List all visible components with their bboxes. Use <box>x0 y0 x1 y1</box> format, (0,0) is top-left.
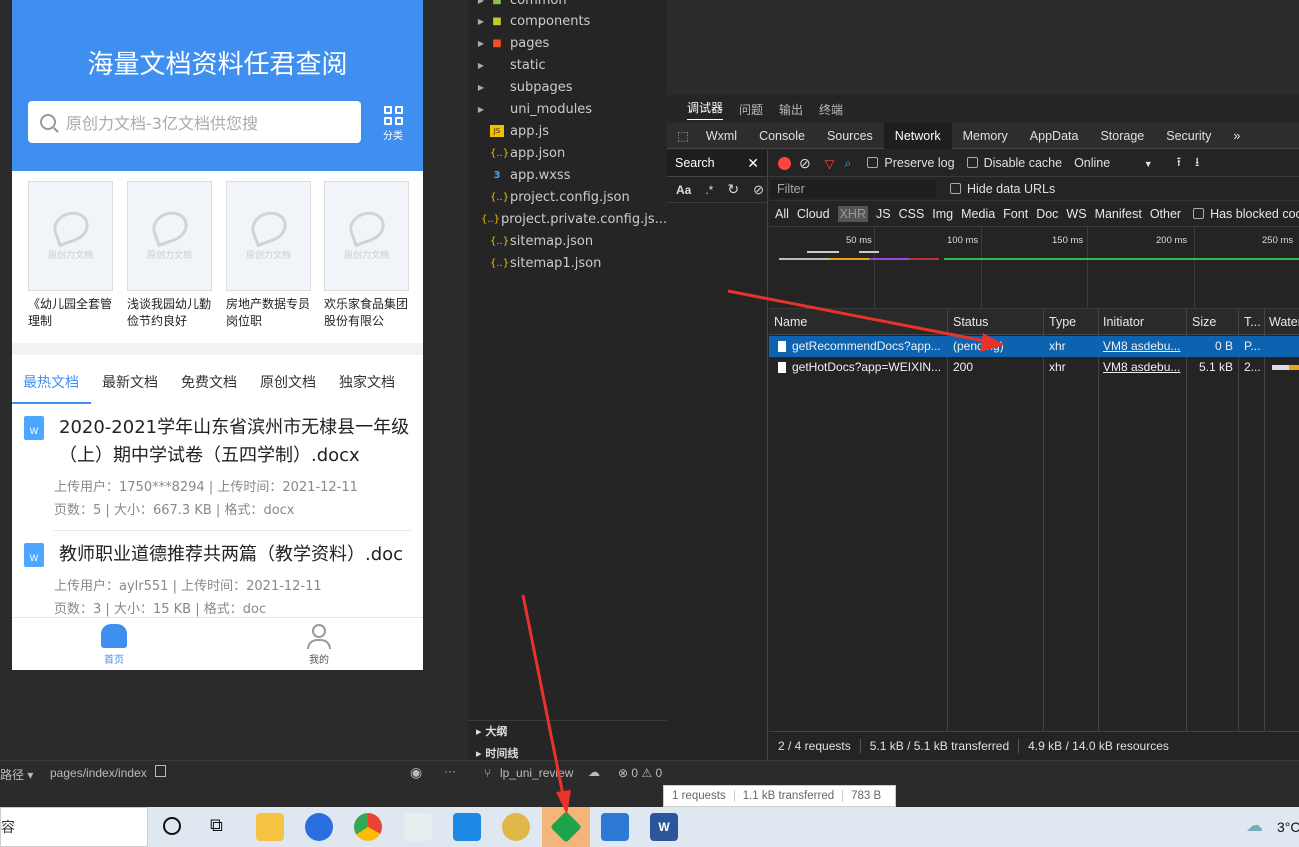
annotation-arrows <box>521 289 1005 815</box>
arrow-line <box>521 594 565 796</box>
arrowhead <box>980 333 1005 352</box>
arrow-line <box>727 289 991 344</box>
arrowhead <box>556 790 571 815</box>
